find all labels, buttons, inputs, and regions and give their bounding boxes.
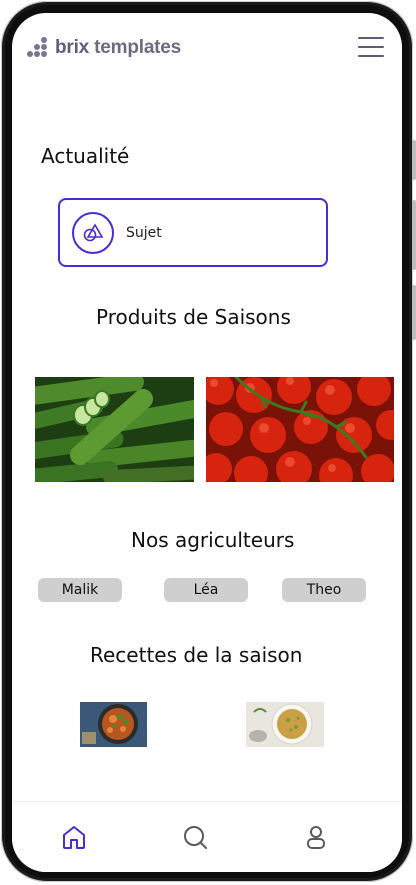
search-icon[interactable] [180, 822, 210, 852]
recipes-section-title: Recettes de la saison [90, 643, 303, 667]
home-icon[interactable] [59, 822, 89, 852]
shapes-icon [72, 211, 114, 254]
recipe-image-grain-dish[interactable] [246, 702, 324, 747]
topic-label: Sujet [126, 224, 162, 241]
cucumbers-image[interactable] [35, 377, 194, 482]
farmer-chip-malik[interactable]: Malik [38, 578, 122, 602]
news-section-title: Actualité [41, 144, 130, 168]
power-button [412, 285, 416, 340]
tomatoes-image[interactable] [206, 377, 394, 482]
recipe-image-vegetable-bowl[interactable] [80, 702, 147, 747]
app-screen: brix templates Actualité Sujet Produits … [12, 13, 402, 872]
farmers-section-title: Nos agriculteurs [131, 528, 295, 552]
hamburger-menu-icon[interactable] [358, 37, 384, 59]
volume-down-button [412, 200, 416, 270]
profile-icon[interactable] [301, 822, 331, 852]
brand-logo[interactable]: brix templates [27, 37, 181, 59]
brand-name: brix templates [55, 37, 182, 58]
volume-up-button [412, 140, 416, 180]
farmer-chip-lea[interactable]: Léa [164, 578, 248, 602]
topic-card[interactable]: Sujet [58, 198, 328, 267]
seasonal-products-title: Produits de Saisons [96, 305, 291, 329]
farmer-chip-theo[interactable]: Theo [282, 578, 366, 602]
bottom-navigation [12, 801, 402, 872]
brix-logo-icon [27, 37, 49, 59]
